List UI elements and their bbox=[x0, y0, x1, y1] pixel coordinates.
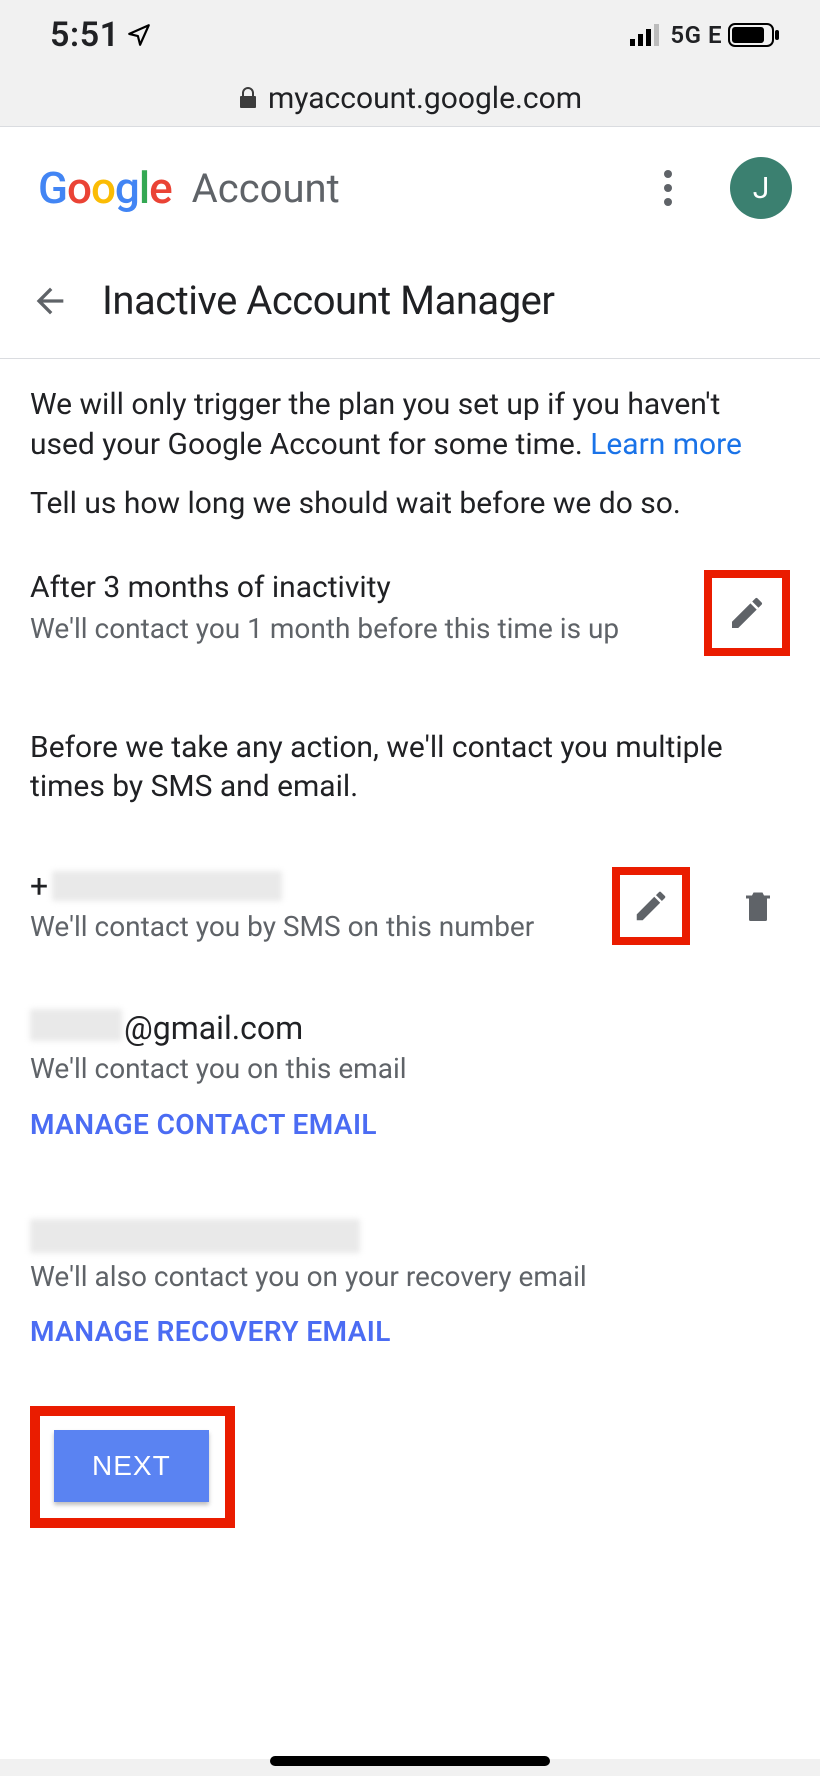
trash-icon bbox=[740, 886, 776, 926]
manage-contact-email-button[interactable]: MANAGE CONTACT EMAIL bbox=[30, 1108, 377, 1141]
pencil-icon bbox=[632, 887, 670, 925]
page-title-row: Inactive Account Manager bbox=[0, 249, 820, 359]
edit-inactivity-button[interactable] bbox=[704, 570, 790, 656]
edit-phone-button[interactable] bbox=[612, 867, 690, 945]
recovery-section: xxxxxxxxxxxxxxx We'll also contact you o… bbox=[30, 1219, 790, 1348]
home-indicator[interactable] bbox=[270, 1756, 550, 1766]
product-name: Account bbox=[192, 165, 340, 212]
email-domain: @gmail.com bbox=[124, 1009, 303, 1047]
lock-icon bbox=[238, 86, 258, 110]
contact-intro: Before we take any action, we'll contact… bbox=[30, 728, 790, 807]
page-title: Inactive Account Manager bbox=[102, 277, 554, 324]
next-button[interactable]: NEXT bbox=[54, 1430, 209, 1502]
status-right: 5G E bbox=[630, 21, 780, 49]
phone-section: + xxxxxxxxxx We'll contact you by SMS on… bbox=[30, 867, 790, 945]
inactivity-sub: We'll contact you 1 month before this ti… bbox=[30, 611, 686, 647]
email-value: xxxx @gmail.com bbox=[30, 1009, 790, 1047]
manage-recovery-email-button[interactable]: MANAGE RECOVERY EMAIL bbox=[30, 1315, 391, 1348]
intro-instruction: Tell us how long we should wait before w… bbox=[30, 484, 790, 524]
recovery-sub: We'll also contact you on your recovery … bbox=[30, 1259, 790, 1295]
inactivity-section: After 3 months of inactivity We'll conta… bbox=[30, 570, 790, 656]
intro-paragraph: We will only trigger the plan you set up… bbox=[30, 385, 790, 464]
next-button-wrap: NEXT bbox=[30, 1406, 790, 1528]
browser-url-bar[interactable]: myaccount.google.com bbox=[0, 70, 820, 126]
phone-value: + xxxxxxxxxx bbox=[30, 867, 594, 905]
network-type: 5G E bbox=[670, 21, 722, 49]
inactivity-heading: After 3 months of inactivity bbox=[30, 570, 686, 605]
cellular-icon bbox=[630, 24, 664, 46]
delete-phone-button[interactable] bbox=[726, 874, 790, 938]
recovery-email-redacted: xxxxxxxxxxxxxxx bbox=[30, 1219, 360, 1253]
back-button[interactable] bbox=[28, 279, 72, 323]
phone-prefix: + bbox=[30, 867, 48, 905]
status-bar: 5:51 5G E bbox=[0, 0, 820, 70]
status-left: 5:51 bbox=[50, 15, 152, 55]
email-section: xxxx @gmail.com We'll contact you on thi… bbox=[30, 1009, 790, 1140]
url-text: myaccount.google.com bbox=[268, 81, 582, 116]
more-menu-button[interactable] bbox=[646, 166, 690, 210]
email-local-redacted: xxxx bbox=[30, 1009, 122, 1041]
email-sub: We'll contact you on this email bbox=[30, 1051, 790, 1087]
battery-icon bbox=[728, 23, 780, 47]
learn-more-link[interactable]: Learn more bbox=[590, 427, 742, 462]
location-icon bbox=[126, 22, 152, 48]
google-logo[interactable]: Google bbox=[38, 162, 172, 214]
pencil-icon bbox=[727, 593, 767, 633]
page-content: We will only trigger the plan you set up… bbox=[0, 359, 820, 1759]
status-time: 5:51 bbox=[50, 15, 120, 55]
phone-number-redacted: xxxxxxxxxx bbox=[52, 871, 282, 901]
phone-sub: We'll contact you by SMS on this number bbox=[30, 909, 594, 945]
app-header: Google Account J bbox=[0, 126, 820, 249]
avatar[interactable]: J bbox=[730, 157, 792, 219]
